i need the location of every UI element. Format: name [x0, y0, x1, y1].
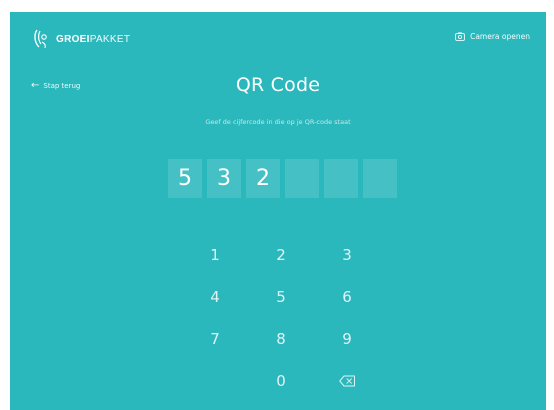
groeipakket-logo[interactable]: GROEIPAKKET — [32, 28, 130, 50]
keypad-key-6[interactable]: 6 — [314, 276, 380, 318]
brand-name-bold: GROEI — [56, 33, 90, 45]
backspace-icon — [338, 375, 355, 387]
qr-code-screen: GROEIPAKKET Camera openen ← Stap terug Q… — [10, 12, 546, 410]
keypad-key-0[interactable]: 0 — [248, 360, 314, 402]
page-subtitle: Geef de cijfercode in die op je QR-code … — [205, 118, 351, 126]
page-title: QR Code — [235, 74, 321, 96]
keypad-key-1[interactable]: 1 — [182, 234, 248, 276]
code-digit-3[interactable]: 2 — [246, 159, 280, 198]
code-digit-6[interactable] — [363, 159, 397, 198]
camera-icon — [455, 32, 465, 41]
keypad-key-5[interactable]: 5 — [248, 276, 314, 318]
groeipakket-logo-icon — [34, 29, 47, 49]
keypad-key-3[interactable]: 3 — [314, 234, 380, 276]
open-camera-button[interactable]: Camera openen — [455, 32, 530, 41]
keypad-key-9[interactable]: 9 — [314, 318, 380, 360]
code-digit-1[interactable]: 5 — [168, 159, 202, 198]
brand-name: GROEIPAKKET — [56, 34, 130, 45]
keypad-key-7[interactable]: 7 — [182, 318, 248, 360]
code-input[interactable]: 5 3 2 — [168, 159, 397, 198]
keypad-key-8[interactable]: 8 — [248, 318, 314, 360]
brand-name-thin: PAKKET — [89, 33, 131, 45]
code-digit-2[interactable]: 3 — [207, 159, 241, 198]
keypad-key-2[interactable]: 2 — [248, 234, 314, 276]
code-digit-4[interactable] — [285, 159, 319, 198]
keypad-key-4[interactable]: 4 — [182, 276, 248, 318]
keypad-empty-slot — [182, 360, 248, 402]
open-camera-label: Camera openen — [470, 32, 530, 41]
number-keypad: 1 2 3 4 5 6 7 8 9 0 — [182, 234, 382, 402]
code-digit-5[interactable] — [324, 159, 358, 198]
backspace-button[interactable] — [314, 360, 380, 402]
